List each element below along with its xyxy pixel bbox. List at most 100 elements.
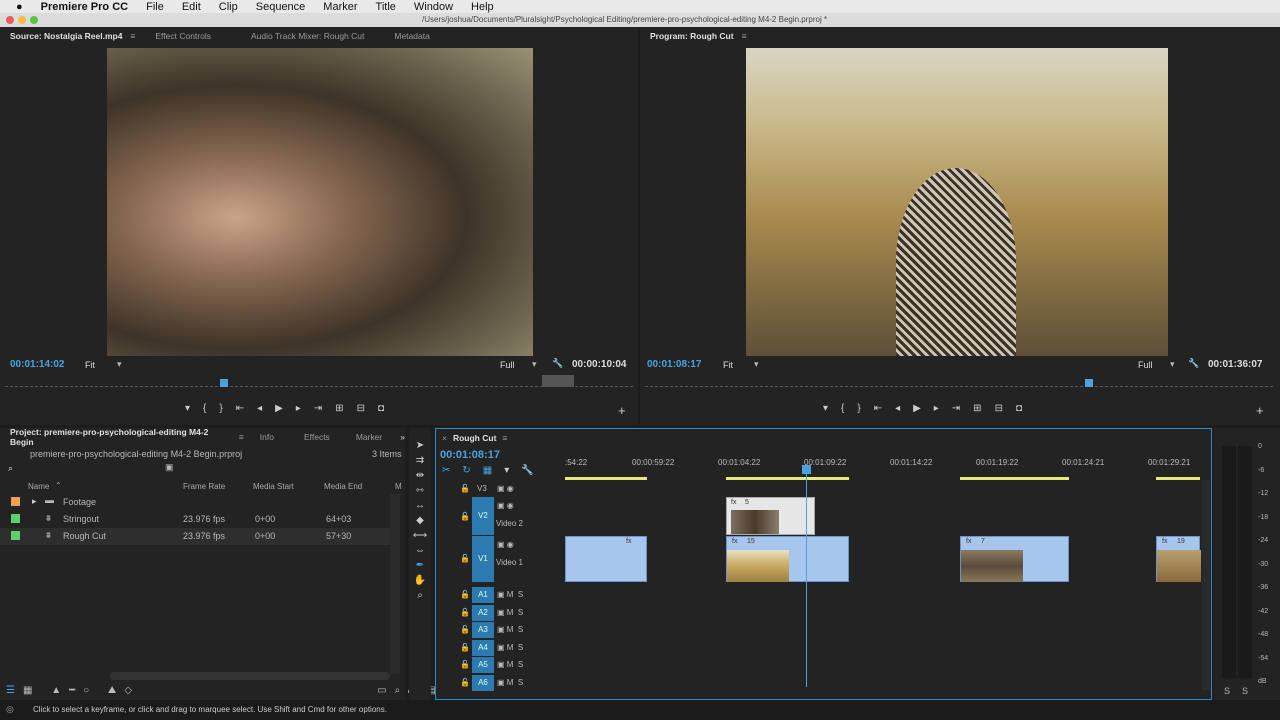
solo-right-button[interactable]: S <box>1242 686 1248 696</box>
tab-project[interactable]: Project: premiere-pro-psychological-edit… <box>10 427 233 447</box>
track-target[interactable]: A1 <box>472 587 494 603</box>
menu-clip[interactable]: Clip <box>219 1 238 13</box>
slide-tool-icon[interactable]: ⇔ <box>409 543 431 558</box>
track-target[interactable]: A3 <box>472 622 494 639</box>
column-frame-rate[interactable]: Frame Rate <box>183 482 225 491</box>
tab-program[interactable]: Program: Rough Cut <box>650 31 734 41</box>
track-target[interactable]: A6 <box>472 675 494 691</box>
tab-audio-track-mixer[interactable]: Audio Track Mixer: Rough Cut <box>251 31 364 41</box>
column-name[interactable]: Name <box>28 482 49 491</box>
toggle-output-icon[interactable]: ▣ ◉ <box>497 484 514 493</box>
disclosure-triangle-icon[interactable]: ▸ <box>32 496 37 507</box>
timeline-ruler[interactable]: :54:22 00:00:59:22 00:01:04:22 00:01:09:22 0… <box>565 455 1205 477</box>
lock-icon[interactable]: 🔓 <box>460 554 470 563</box>
chevron-down-icon[interactable]: ▾ <box>1170 359 1175 370</box>
selection-tool-icon[interactable]: ➤ <box>409 438 431 453</box>
timeline-playhead[interactable] <box>806 465 807 687</box>
track-controls[interactable]: ▣ M S <box>497 643 523 652</box>
column-m[interactable]: M <box>395 482 402 491</box>
close-icon[interactable]: × <box>442 433 447 443</box>
track-target[interactable]: A5 <box>472 657 494 674</box>
track-target[interactable]: A2 <box>472 604 494 621</box>
clip-v1-19[interactable]: fx 19 <box>1156 536 1201 582</box>
track-controls[interactable]: ▣ M S <box>497 590 523 599</box>
project-row-stringout[interactable]: ⩩ Stringout 23.976 fps 0+00 64+03 <box>0 511 390 528</box>
track-target-v1[interactable]: V1 <box>472 536 494 582</box>
track-controls[interactable]: ▣ M S <box>497 608 523 617</box>
panel-menu-icon[interactable]: ≡ <box>239 432 244 442</box>
source-timecode[interactable]: 00:01:14:02 <box>10 359 64 370</box>
new-bin-icon[interactable]: ▣ <box>165 462 174 473</box>
panel-menu-icon[interactable]: ≡ <box>502 433 507 443</box>
search-icon[interactable]: ⌕ <box>8 463 13 474</box>
chevron-down-icon[interactable]: ▾ <box>117 359 122 370</box>
source-zoom-select[interactable]: Fit <box>85 360 95 370</box>
program-timecode[interactable]: 00:01:08:17 <box>647 359 701 370</box>
track-target-v2[interactable]: V2 <box>472 497 494 535</box>
tab-effect-controls[interactable]: Effect Controls <box>155 31 211 41</box>
lock-icon[interactable]: 🔓 <box>460 484 470 493</box>
panel-menu-icon[interactable]: ≡ <box>130 31 135 41</box>
tab-metadata[interactable]: Metadata <box>394 31 429 41</box>
menu-marker[interactable]: Marker <box>323 1 357 13</box>
timeline-timecode[interactable]: 00:01:08:17 <box>440 449 500 461</box>
menu-title[interactable]: Title <box>376 1 396 13</box>
add-button-icon[interactable]: + <box>618 403 626 418</box>
track-controls[interactable]: ▣ M S <box>497 660 523 669</box>
clip-v2[interactable]: fx 5 <box>726 497 815 535</box>
source-transport-controls[interactable]: ▾{}⇤◂▶▸⇥⊞⊟◘ <box>185 403 397 414</box>
source-playhead[interactable] <box>220 379 228 387</box>
pen-tool-icon[interactable]: ✒ <box>409 558 431 573</box>
menu-edit[interactable]: Edit <box>182 1 201 13</box>
track-label[interactable]: V3 <box>477 484 487 493</box>
program-transport-controls[interactable]: ▾{}⇤◂▶▸⇥⊞⊟◘ <box>823 403 1035 414</box>
chevron-down-icon[interactable]: ▾ <box>754 359 759 370</box>
clip-v1[interactable]: fx <box>565 536 647 582</box>
toggle-output-icon[interactable]: ▣ ◉ <box>497 501 514 510</box>
zoom-tool-icon[interactable]: ⌕ <box>409 588 431 603</box>
menu-help[interactable]: Help <box>471 1 494 13</box>
tab-markers[interactable]: Marker <box>356 432 382 442</box>
timeline-toolbar[interactable]: ✂↻▦▾🔧 <box>442 465 546 476</box>
rolling-edit-tool-icon[interactable]: ⇿ <box>409 483 431 498</box>
project-row-footage[interactable]: ▸ ▬ Footage <box>0 494 390 511</box>
track-select-tool-icon[interactable]: ⇉ <box>409 453 431 468</box>
minimize-window-button[interactable] <box>18 16 26 24</box>
source-in-out-range[interactable] <box>542 375 574 387</box>
source-quality-select[interactable]: Full <box>500 360 515 370</box>
program-quality-select[interactable]: Full <box>1138 360 1153 370</box>
column-media-end[interactable]: Media End <box>324 482 362 491</box>
chevron-down-icon[interactable]: ▾ <box>532 359 537 370</box>
horizontal-scrollbar[interactable] <box>110 672 390 680</box>
wrench-icon[interactable]: 🔧 <box>552 358 563 369</box>
program-zoom-select[interactable]: Fit <box>723 360 733 370</box>
rate-stretch-tool-icon[interactable]: ↔ <box>409 498 431 513</box>
source-time-ruler[interactable] <box>5 379 633 387</box>
hand-tool-icon[interactable]: ✋ <box>409 573 431 588</box>
close-window-button[interactable] <box>6 16 14 24</box>
program-time-ruler[interactable] <box>645 379 1273 387</box>
program-playhead[interactable] <box>1085 379 1093 387</box>
lock-icon[interactable]: 🔓 <box>460 512 470 521</box>
project-row-rough-cut[interactable]: ⩩ Rough Cut 23.976 fps 0+00 57+30 <box>0 528 390 545</box>
clip-v1-15[interactable]: fx 15 <box>726 536 849 582</box>
sort-ascending-icon[interactable]: ⌃ <box>55 481 62 490</box>
zoom-window-button[interactable] <box>30 16 38 24</box>
lock-icon[interactable]: 🔓 <box>460 625 470 634</box>
razor-tool-icon[interactable]: ◆ <box>409 513 431 528</box>
apple-icon[interactable]: ● <box>16 1 23 13</box>
track-controls[interactable]: ▣ M S <box>497 625 523 634</box>
panel-menu-icon[interactable]: ≡ <box>742 31 747 41</box>
column-media-start[interactable]: Media Start <box>253 482 294 491</box>
tab-source[interactable]: Source: Nostalgia Reel.mp4 <box>10 31 122 41</box>
toggle-output-icon[interactable]: ▣ ◉ <box>497 540 514 549</box>
tab-info[interactable]: Info <box>260 432 274 442</box>
menu-file[interactable]: File <box>146 1 164 13</box>
menu-sequence[interactable]: Sequence <box>256 1 306 13</box>
lock-icon[interactable]: 🔓 <box>460 643 470 652</box>
menu-app[interactable]: Premiere Pro CC <box>41 1 128 13</box>
vertical-scrollbar[interactable] <box>390 494 400 674</box>
timeline-vertical-scrollbar[interactable] <box>1202 480 1210 690</box>
solo-left-button[interactable]: S <box>1224 686 1230 696</box>
wrench-icon[interactable]: 🔧 <box>1188 358 1199 369</box>
